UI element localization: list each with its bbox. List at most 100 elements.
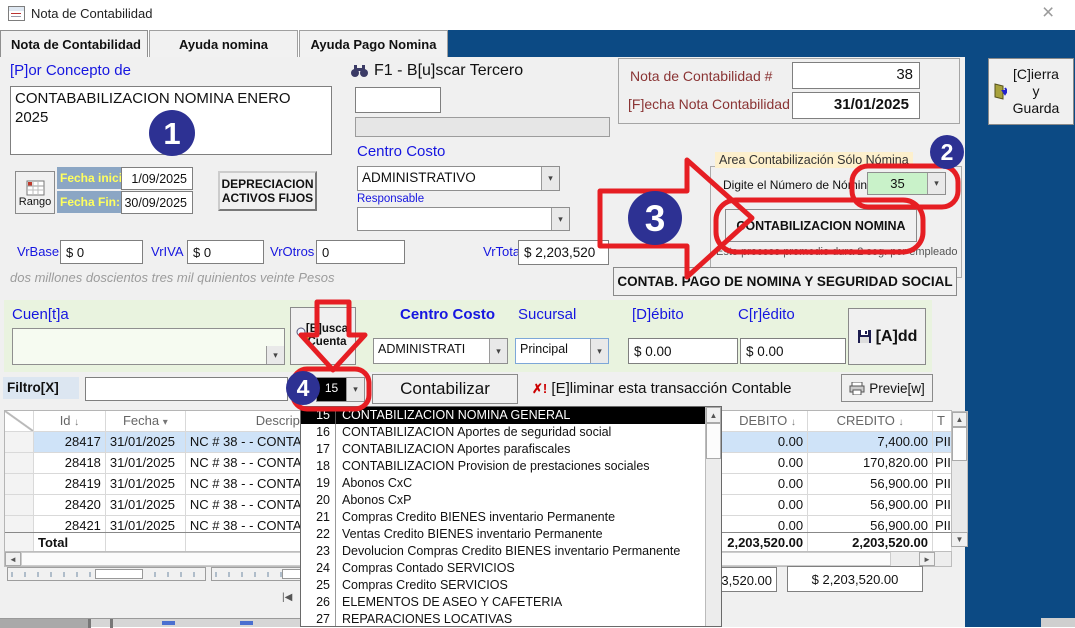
- debito-field[interactable]: $ 0.00: [628, 338, 738, 364]
- filtro-input[interactable]: [85, 377, 288, 401]
- row-selector[interactable]: [5, 432, 34, 453]
- cell-tipo[interactable]: PII: [933, 453, 952, 474]
- cell-id[interactable]: 28421: [34, 516, 106, 532]
- list-item[interactable]: 20Abonos CxP: [301, 492, 705, 509]
- sucursal-combo[interactable]: Principal▾: [515, 338, 609, 364]
- scroll-up-icon[interactable]: ▲: [706, 407, 721, 423]
- grid-corner-cell[interactable]: [5, 411, 34, 432]
- contab-pago-button[interactable]: CONTAB. PAGO DE NOMINA Y SEGURIDAD SOCIA…: [613, 267, 957, 296]
- preview-button[interactable]: Previe[w]: [841, 374, 933, 402]
- contabilizacion-nomina-button[interactable]: CONTABILIZACION NOMINA: [725, 209, 917, 242]
- cell-credito[interactable]: 56,900.00: [808, 474, 933, 495]
- scroll-left-icon[interactable]: ◄: [5, 552, 21, 566]
- chevron-down-icon[interactable]: ▾: [346, 378, 364, 401]
- responsable-combo[interactable]: ▾: [357, 207, 570, 231]
- dropdown-scrollbar[interactable]: ▲: [705, 407, 721, 627]
- list-item[interactable]: 18CONTABILIZACION Provision de prestacio…: [301, 458, 705, 475]
- tipo-transaccion-dropdown-list[interactable]: 15CONTABILIZACION NOMINA GENERAL 16CONTA…: [300, 406, 722, 627]
- list-item[interactable]: 22Ventas Credito BIENES inventario Perma…: [301, 526, 705, 543]
- chevron-down-icon[interactable]: ▾: [590, 339, 608, 363]
- row-selector[interactable]: [5, 516, 34, 532]
- tipo-transaccion-combo[interactable]: 15▾: [316, 377, 365, 402]
- cierra-guarda-button[interactable]: [C]ierrayGuarda: [988, 58, 1074, 125]
- cell-credito[interactable]: 56,900.00: [808, 516, 933, 532]
- list-item[interactable]: 27REPARACIONES LOCATIVAS: [301, 611, 705, 627]
- cell-tipo[interactable]: PII: [933, 495, 952, 516]
- cell-credito[interactable]: 56,900.00: [808, 495, 933, 516]
- list-item[interactable]: 21Compras Credito BIENES inventario Perm…: [301, 509, 705, 526]
- tercero-input[interactable]: [355, 87, 441, 113]
- list-item[interactable]: 25Compras Credito SERVICIOS: [301, 577, 705, 594]
- centro-costo-combo[interactable]: ADMINISTRATIVO▾: [357, 166, 560, 191]
- list-item[interactable]: 16CONTABILIZACION Aportes de seguridad s…: [301, 424, 705, 441]
- nav-first-record-icon[interactable]: |◀: [282, 592, 292, 603]
- scroll-thumb[interactable]: [706, 423, 721, 459]
- cell-credito[interactable]: 170,820.00: [808, 453, 933, 474]
- cell-fecha[interactable]: 31/01/2025: [106, 474, 186, 495]
- record-navigator[interactable]: [7, 567, 206, 581]
- cell-tipo[interactable]: PII: [933, 474, 952, 495]
- vriva-field[interactable]: $ 0: [187, 240, 264, 264]
- tab-nota-contabilidad[interactable]: Nota de Contabilidad: [0, 30, 148, 57]
- cell-id[interactable]: 28420: [34, 495, 106, 516]
- rango-button[interactable]: Rango: [15, 171, 55, 214]
- cell-fecha[interactable]: 31/01/2025: [106, 516, 186, 532]
- add-button[interactable]: [A]dd: [848, 308, 926, 365]
- cierra-guarda-label: [C]ierrayGuarda: [1013, 66, 1060, 117]
- busca-cuenta-button[interactable]: [B]uscaCuenta: [290, 307, 356, 365]
- vrotros-value: 0: [322, 245, 329, 260]
- list-item[interactable]: 17CONTABILIZACION Aportes parafiscales: [301, 441, 705, 458]
- list-item[interactable]: 19Abonos CxC: [301, 475, 705, 492]
- list-item[interactable]: 26ELEMENTOS DE ASEO Y CAFETERIA: [301, 594, 705, 611]
- credito-field[interactable]: $ 0.00: [740, 338, 846, 364]
- centro-costo-combo-2[interactable]: ADMINISTRATI▾: [373, 338, 508, 364]
- scroll-right-icon[interactable]: ►: [919, 552, 935, 566]
- eliminar-label: [E]liminar esta transacción Contable: [551, 380, 791, 397]
- cell-id[interactable]: 28417: [34, 432, 106, 453]
- chevron-down-icon[interactable]: ▾: [266, 346, 284, 364]
- fecha-inicio-field[interactable]: 1/09/2025: [121, 167, 193, 190]
- scroll-up-icon[interactable]: ▲: [952, 412, 967, 427]
- grid-header-credito[interactable]: CREDITO ↓: [808, 411, 933, 432]
- fecha-fin-field[interactable]: 30/09/2025: [121, 191, 193, 214]
- depreciacion-button[interactable]: DEPRECIACIONACTIVOS FIJOS: [218, 171, 317, 211]
- vrbase-field[interactable]: $ 0: [60, 240, 143, 264]
- close-icon[interactable]: ×: [1042, 1, 1054, 25]
- grid-header-id[interactable]: Id ↓: [34, 411, 106, 432]
- list-item[interactable]: 24Compras Contado SERVICIOS: [301, 560, 705, 577]
- chevron-down-icon[interactable]: ▾: [541, 167, 559, 190]
- cell-fecha[interactable]: 31/01/2025: [106, 432, 186, 453]
- row-selector[interactable]: [5, 453, 34, 474]
- record-search-box[interactable]: [95, 569, 143, 579]
- cell-id[interactable]: 28419: [34, 474, 106, 495]
- tab-ayuda-pago-nomina[interactable]: Ayuda Pago Nomina: [299, 30, 448, 57]
- cuenta-combo[interactable]: ▾: [12, 328, 285, 365]
- list-item[interactable]: 15CONTABILIZACION NOMINA GENERAL: [301, 407, 705, 424]
- scroll-down-icon[interactable]: ▼: [951, 532, 968, 547]
- chevron-down-icon[interactable]: ▾: [489, 339, 507, 363]
- contabilizar-button[interactable]: Contabilizar: [372, 374, 518, 404]
- numero-nomina-combo[interactable]: 35▾: [867, 172, 946, 195]
- vrotros-field[interactable]: 0: [316, 240, 405, 264]
- eliminar-transaccion-button[interactable]: ✗! [E]liminar esta transacción Contable: [532, 380, 792, 397]
- cell-tipo[interactable]: PII: [933, 516, 952, 532]
- row-selector[interactable]: [5, 474, 34, 495]
- list-item[interactable]: 23Devolucion Compras Credito BIENES inve…: [301, 543, 705, 560]
- cell-credito[interactable]: 7,400.00: [808, 432, 933, 453]
- scroll-thumb[interactable]: [952, 427, 967, 461]
- concepto-input[interactable]: CONTABABILIZACION NOMINA ENERO 2025: [10, 86, 332, 155]
- cell-fecha[interactable]: 31/01/2025: [106, 453, 186, 474]
- chevron-down-icon[interactable]: ▾: [551, 208, 569, 230]
- tab-ayuda-nomina[interactable]: Ayuda nomina: [149, 30, 298, 57]
- row-selector[interactable]: [5, 495, 34, 516]
- cell-tipo[interactable]: PII: [933, 432, 952, 453]
- grid-vertical-scrollbar[interactable]: ▲ ▼: [951, 411, 968, 547]
- vrtotal-field[interactable]: $ 2,203,520: [518, 240, 609, 265]
- cell-id[interactable]: 28418: [34, 453, 106, 474]
- nota-fecha-field[interactable]: 31/01/2025: [792, 92, 920, 119]
- chevron-down-icon[interactable]: ▾: [927, 173, 945, 194]
- cell-fecha[interactable]: 31/01/2025: [106, 495, 186, 516]
- grid-header-fecha[interactable]: Fecha ▾: [106, 411, 186, 432]
- grid-header-tipo[interactable]: T: [933, 411, 952, 432]
- nota-numero-field[interactable]: 38: [792, 62, 920, 89]
